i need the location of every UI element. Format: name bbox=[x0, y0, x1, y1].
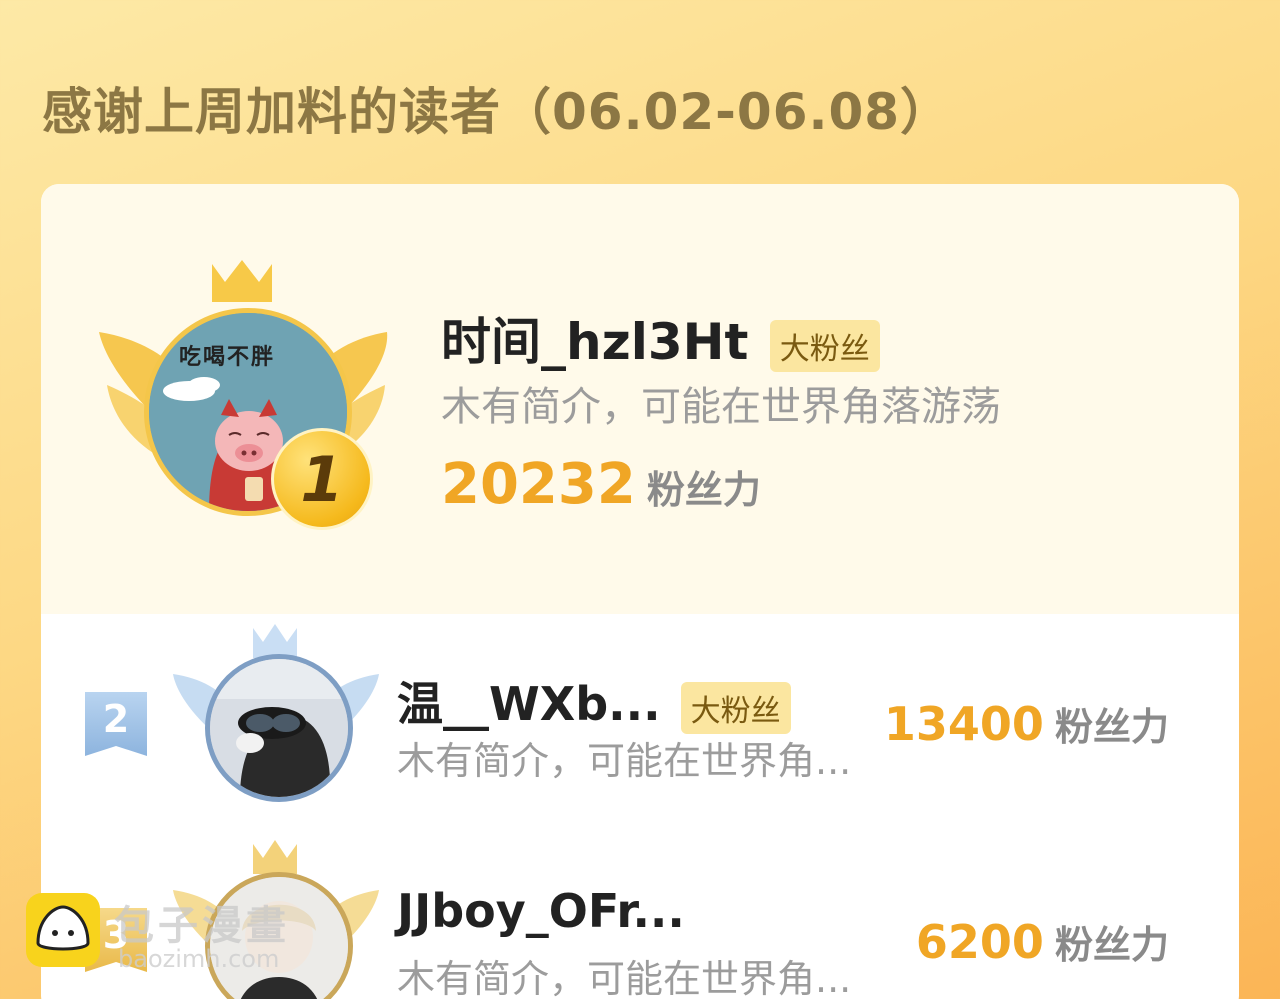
reader-3-score: 6200 粉丝力 bbox=[916, 914, 1169, 969]
watermark-url: baozimh.com bbox=[118, 945, 280, 973]
reader-2-name[interactable]: 温__WXb... bbox=[397, 677, 661, 731]
reader-3-name[interactable]: JJboy_OFr... bbox=[397, 884, 685, 938]
watermark: 包子漫畫 baozimh.com bbox=[26, 893, 326, 983]
reader-2-fan-badge: 大粉丝 bbox=[680, 681, 791, 734]
reader-2-score-value: 13400 bbox=[883, 697, 1044, 751]
reader-1-score: 20232 粉丝力 bbox=[441, 452, 761, 517]
rank-1-medal: 1 bbox=[271, 428, 373, 530]
reader-1-score-unit: 粉丝力 bbox=[646, 468, 761, 512]
reader-1-name[interactable]: 时间_hzl3Ht bbox=[441, 313, 748, 371]
leaderboard-card: 吃喝不胖 1 时间_hzl3Ht 大粉丝 木有简介，可能在世界角落游荡 2023… bbox=[41, 184, 1239, 999]
reader-1-score-value: 20232 bbox=[441, 452, 636, 517]
avatar-caption: 吃喝不胖 bbox=[179, 345, 276, 370]
reader-2-score-unit: 粉丝力 bbox=[1054, 705, 1169, 749]
reader-3-score-value: 6200 bbox=[915, 915, 1044, 969]
reader-2-avatar[interactable] bbox=[205, 654, 353, 802]
reader-1-fan-badge: 大粉丝 bbox=[769, 319, 880, 372]
reader-2-bio: 木有简介，可能在世界角... bbox=[397, 739, 852, 783]
watermark-brand: 包子漫畫 bbox=[114, 903, 290, 949]
reader-2-score: 13400 粉丝力 bbox=[884, 696, 1169, 751]
dog-avatar-icon bbox=[210, 659, 348, 797]
rank-2-number: 2 bbox=[102, 697, 130, 741]
reader-3-bio: 木有简介，可能在世界角... bbox=[397, 957, 852, 999]
baozi-logo-icon bbox=[26, 893, 100, 967]
page-title: 感谢上周加料的读者（06.02-06.08） bbox=[42, 83, 952, 141]
reader-1-bio: 木有简介，可能在世界角落游荡 bbox=[441, 384, 1001, 430]
reader-3-score-unit: 粉丝力 bbox=[1054, 923, 1169, 967]
rank-1-number: 1 bbox=[300, 442, 344, 516]
